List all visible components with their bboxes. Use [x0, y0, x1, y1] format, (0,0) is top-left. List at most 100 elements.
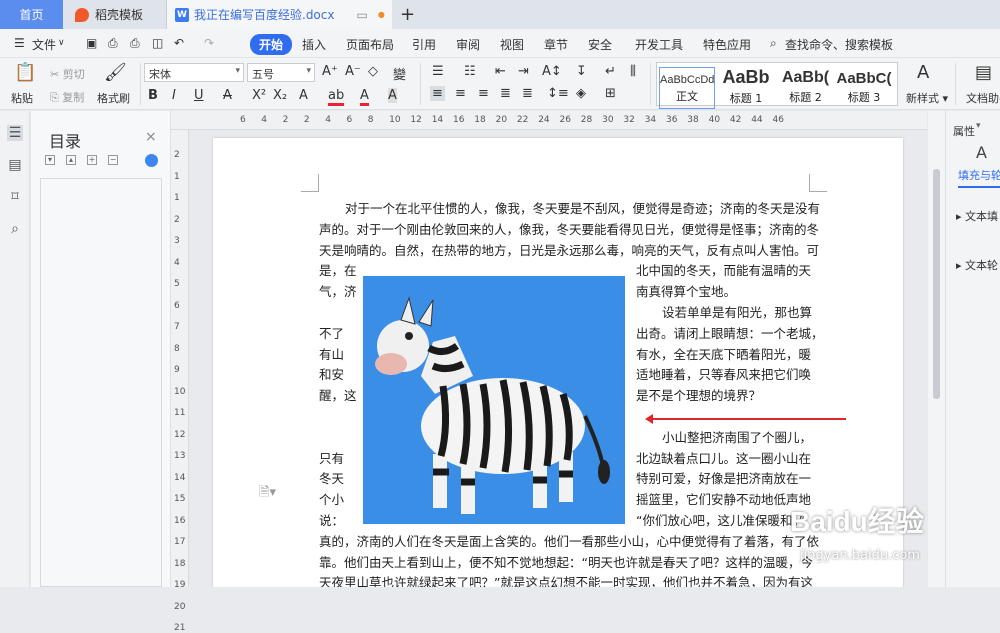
zebra-image[interactable]	[363, 276, 625, 524]
assistant-icon[interactable]	[145, 154, 158, 167]
format-painter-icon[interactable]: 🖌	[104, 62, 127, 83]
menu-developer[interactable]: 开发工具	[635, 36, 683, 53]
ruler-tick: 10	[389, 115, 401, 125]
text-fill-section[interactable]: ▸ 文本填	[956, 208, 998, 224]
menu-icon[interactable]: ☰	[14, 36, 25, 50]
style-heading-1[interactable]: AaBb 标题 1	[717, 67, 775, 109]
borders-icon[interactable]: ⊞	[605, 86, 616, 101]
add-heading-icon[interactable]: +	[87, 155, 97, 165]
underline-icon[interactable]: U	[194, 88, 204, 103]
vertical-scrollbar[interactable]	[928, 111, 945, 587]
menu-special[interactable]: 特色应用	[703, 36, 751, 53]
bookmark-icon[interactable]: ⌑	[7, 189, 23, 205]
italic-icon[interactable]: I	[172, 88, 176, 103]
new-style-icon[interactable]: A	[917, 62, 929, 83]
bullets-icon[interactable]: ☰	[432, 64, 444, 79]
shading-icon[interactable]: ◈	[576, 86, 586, 101]
menu-security[interactable]: 安全	[588, 36, 612, 53]
find-icon[interactable]: ⌕	[7, 221, 23, 237]
menu-view[interactable]: 视图	[500, 36, 524, 53]
line-spacing-icon[interactable]: ↕≡	[547, 86, 569, 101]
paste-icon[interactable]: 📋	[14, 62, 36, 83]
align-right-icon[interactable]: ≡	[478, 86, 489, 101]
tab-window-icon[interactable]: ▭	[356, 8, 367, 22]
cut-label: 剪切	[62, 68, 85, 81]
menu-start[interactable]: 开始	[250, 34, 293, 55]
close-icon[interactable]: ×	[145, 129, 157, 145]
grow-font-icon[interactable]: A⁺	[322, 64, 338, 79]
menu-page-layout[interactable]: 页面布局	[346, 36, 394, 53]
tab-template[interactable]: 稻壳模板	[63, 0, 167, 29]
horizontal-ruler[interactable]: 6 4 2 2 4 6 8 10 12 14 16 18 20 22 24 26 28 30 32 34 36 38 40 4…	[171, 111, 927, 130]
chinese-layout-icon[interactable]: A↕	[542, 64, 562, 79]
show-marks-icon[interactable]: ↵	[605, 64, 616, 79]
style-normal[interactable]: AaBbCcDd 正文	[659, 67, 715, 109]
print-preview-icon[interactable]: ◫	[152, 36, 163, 50]
copy-button[interactable]: ⎘ 复制	[50, 89, 84, 105]
print-icon[interactable]: ⎙	[130, 36, 140, 51]
indent-decrease-icon[interactable]: ⇤	[495, 64, 506, 79]
char-shading-icon[interactable]: A	[388, 88, 397, 103]
font-name-select[interactable]: 宋体	[144, 63, 244, 82]
scrollbar-thumb[interactable]	[933, 169, 940, 399]
superscript-icon[interactable]: X²	[252, 88, 266, 103]
pinyin-icon[interactable]: 變	[393, 64, 406, 83]
style-heading-2[interactable]: AaBb( 标题 2	[777, 67, 834, 109]
doc-helper-icon[interactable]: ▤	[975, 62, 992, 83]
font-fx-icon[interactable]: A	[299, 88, 308, 103]
strikethrough-icon[interactable]: A	[223, 88, 232, 103]
paragraph-menu-icon[interactable]: 🗎▾	[259, 483, 276, 505]
align-center-icon[interactable]: ≡	[455, 86, 466, 101]
align-left-icon[interactable]: ≡	[430, 86, 445, 101]
subscript-icon[interactable]: X₂	[273, 88, 287, 103]
indent-increase-icon[interactable]: ⇥	[518, 64, 529, 79]
save-icon[interactable]: ▣	[86, 36, 97, 50]
bold-icon[interactable]: B	[148, 88, 158, 103]
search-icon[interactable]: ⌕	[770, 36, 777, 51]
paste-button[interactable]: 粘贴	[11, 90, 33, 106]
new-style-button[interactable]: 新样式 ▾	[906, 90, 948, 106]
menu-file[interactable]: 文件	[32, 36, 56, 53]
redo-icon[interactable]: ↷	[204, 36, 214, 50]
text-outline-section[interactable]: ▸ 文本轮	[956, 257, 998, 273]
numbering-icon[interactable]: ☷	[464, 64, 476, 79]
tab-home[interactable]: 首页	[0, 0, 63, 29]
doc-helper-button[interactable]: 文档助手	[966, 90, 1000, 106]
ruler-tick: 28	[580, 115, 593, 125]
vertical-ruler[interactable]: 2 1 1 2 3 4 5 6 7 8 9 10 11 12 13 14 15 16 17 18 19 20 21	[171, 130, 189, 633]
menu-insert[interactable]: 插入	[302, 36, 326, 53]
chevron-down-icon[interactable]: ∨	[58, 38, 65, 48]
ruler-tick: 2	[174, 150, 180, 160]
menu-references[interactable]: 引用	[412, 36, 436, 53]
undo-icon[interactable]: ↶	[174, 36, 184, 50]
text-style-icon[interactable]: A	[976, 143, 987, 162]
ruler-tick: 20	[174, 601, 186, 612]
new-tab-button[interactable]: +	[400, 4, 415, 25]
expand-icon[interactable]: ▴	[66, 155, 76, 165]
chevron-down-icon[interactable]: ▾	[976, 121, 981, 131]
collapse-icon[interactable]: ▾	[45, 155, 55, 165]
toc-list[interactable]	[40, 178, 162, 587]
sort-icon[interactable]: ↧	[576, 64, 587, 79]
export-pdf-icon[interactable]: ⎙	[108, 36, 118, 51]
format-painter-button[interactable]: 格式刷	[97, 90, 130, 106]
font-color-icon[interactable]: A	[360, 88, 369, 106]
highlight-icon[interactable]: ab	[328, 88, 345, 106]
distribute-icon[interactable]: ≣	[522, 86, 533, 101]
menu-review[interactable]: 审阅	[456, 36, 480, 53]
justify-icon[interactable]: ≣	[500, 86, 511, 101]
page-thumbnails-icon[interactable]: ▤	[7, 157, 23, 173]
font-size-select[interactable]: 五号	[247, 63, 315, 82]
menu-chapter[interactable]: 章节	[544, 36, 568, 53]
fill-outline-tab[interactable]: 填充与轮	[958, 167, 1000, 188]
remove-heading-icon[interactable]: −	[108, 155, 118, 165]
toc-icon[interactable]: ☰	[7, 125, 23, 141]
shrink-font-icon[interactable]: A⁻	[345, 64, 361, 79]
clear-format-icon[interactable]: ◇	[368, 64, 378, 79]
cut-button[interactable]: ✂ 剪切	[50, 66, 85, 82]
tab-document[interactable]: W 我正在编写百度经验.docx ▭ ●	[167, 0, 392, 29]
style-heading-3[interactable]: AaBbC( 标题 3	[836, 67, 892, 109]
search-command[interactable]: 查找命令、搜索模板	[785, 36, 893, 53]
ruler-tick: 14	[431, 115, 444, 125]
columns-icon[interactable]: ⫼	[630, 64, 636, 79]
